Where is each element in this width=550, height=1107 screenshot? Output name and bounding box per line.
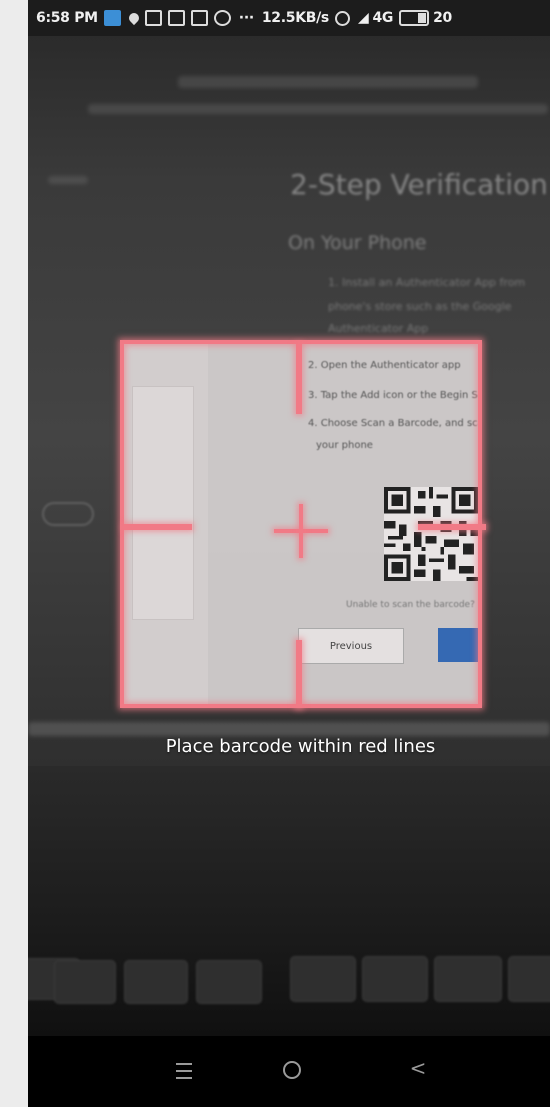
taskbar-blur [28,722,550,736]
status-bar: 6:58 PM ··· 12.5KB/s ◢ 4G 20 [28,0,550,36]
nav-home-button[interactable] [272,1056,312,1080]
laptop-keyboard-background [28,766,550,1036]
nav-back-button[interactable]: < [398,1056,438,1080]
sidebar-blur [48,176,88,184]
phone-screen: 2-Step Verification On Your Phone 1. Ins… [28,0,550,1107]
home-icon [283,1061,301,1079]
background-pill [42,502,94,526]
background-step: 1. Install an Authenticator App from [328,276,526,289]
signal-icon: ◢ [357,10,369,26]
location-icon [126,10,141,26]
scan-hint: Place barcode within red lines [165,736,436,757]
frame-tick-top [296,344,302,414]
keyboard-key [196,960,262,1004]
app-notification-icon [103,10,121,26]
bookmarks-bar-blur [88,104,548,114]
crosshair-vertical [299,504,303,558]
keyboard-key [124,960,188,1004]
battery-percent: 20 [433,10,452,26]
alarm-icon [334,10,350,26]
menu-icon [176,1063,192,1079]
nav-menu-button[interactable] [164,1056,204,1080]
status-time: 6:58 PM [36,10,98,26]
keyboard-key [508,956,550,1002]
network-speed: 12.5KB/s [261,10,329,26]
keyboard-key [362,956,428,1002]
system-nav-bar: < [28,1036,550,1107]
sim-icon [144,10,162,26]
back-icon: < [409,1056,427,1080]
frame-tick-left [124,524,192,530]
keyboard-key [434,956,502,1002]
browser-tabs-blur [178,76,478,88]
keyboard-key [54,960,116,1004]
background-step: phone's store such as the Google [328,300,512,313]
network-type: 4G [372,10,394,26]
more-dots-icon: ··· [238,10,254,26]
background-heading: 2-Step Verification [290,168,548,201]
whatsapp-icon [213,10,231,26]
scanner-frame [120,340,486,708]
message-icon [190,10,208,26]
frame-tick-bottom [296,640,302,708]
background-step: Authenticator App [328,322,429,335]
frame-tick-right [418,524,486,530]
battery-icon [399,10,430,26]
keyboard-key [290,956,356,1002]
sim-icon [167,10,185,26]
background-subheading: On Your Phone [288,232,427,254]
